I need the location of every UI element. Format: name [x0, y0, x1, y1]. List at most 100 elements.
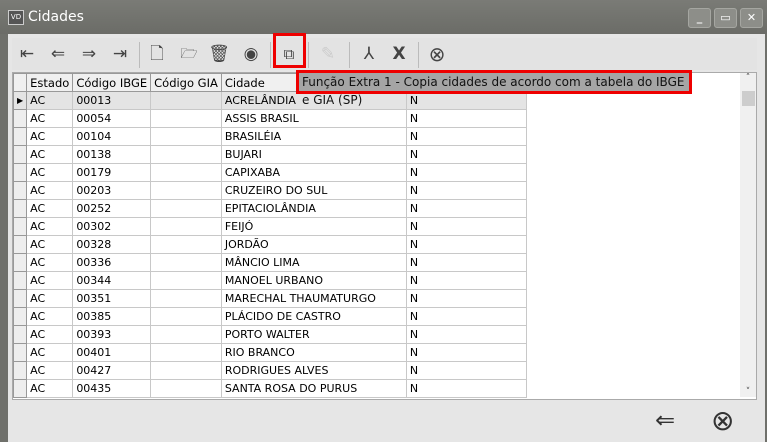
cell-codigo-gia[interactable] — [150, 271, 222, 290]
cell-codigo-ibge[interactable]: 00351 — [72, 289, 152, 308]
cell-extra[interactable]: N — [405, 343, 527, 362]
table-row[interactable]: AC 00138 BUJARI N — [13, 145, 527, 164]
cell-extra[interactable]: N — [405, 361, 527, 380]
cell-codigo-ibge[interactable]: 00344 — [72, 271, 152, 290]
row-indicator[interactable] — [13, 217, 28, 236]
cell-codigo-ibge[interactable]: 00435 — [72, 379, 152, 398]
cell-codigo-ibge[interactable]: 00336 — [72, 253, 152, 272]
scroll-down-icon[interactable]: ˅ — [740, 387, 756, 397]
cell-extra[interactable]: N — [405, 127, 527, 146]
cell-codigo-ibge[interactable]: 00104 — [72, 127, 152, 146]
close-icon[interactable]: ⊗ — [424, 42, 450, 66]
cell-extra[interactable]: N — [405, 325, 527, 344]
cell-codigo-gia[interactable] — [150, 361, 222, 380]
close-window-button[interactable]: ✕ — [740, 8, 763, 28]
cell-estado[interactable]: AC — [26, 379, 74, 398]
cell-codigo-gia[interactable] — [150, 181, 222, 200]
cell-estado[interactable]: AC — [26, 127, 74, 146]
table-row[interactable]: AC 00401 RIO BRANCO N — [13, 343, 527, 362]
cell-cidade[interactable]: SANTA ROSA DO PURUS — [220, 379, 407, 398]
cell-extra[interactable]: N — [405, 109, 527, 128]
table-row[interactable]: AC 00252 EPITACIOLÂNDIA N — [13, 199, 527, 218]
row-indicator[interactable] — [13, 163, 28, 182]
delete-icon[interactable]: 🗑 — [206, 42, 232, 66]
view-icon[interactable]: ◉ — [238, 42, 264, 66]
cell-codigo-ibge[interactable]: 00328 — [72, 235, 152, 254]
row-indicator[interactable]: ▶ — [13, 91, 28, 110]
cell-codigo-gia[interactable] — [150, 235, 222, 254]
cell-cidade[interactable]: FEIJÓ — [220, 217, 407, 236]
cell-cidade[interactable]: CRUZEIRO DO SUL — [220, 181, 407, 200]
table-row[interactable]: AC 00344 MANOEL URBANO N — [13, 271, 527, 290]
cities-grid[interactable]: Estado Código IBGE Código GIA Cidade ▶ AC… — [12, 72, 757, 400]
new-icon[interactable]: 🗋 — [144, 42, 170, 66]
cell-codigo-gia[interactable] — [150, 325, 222, 344]
row-indicator[interactable] — [13, 199, 28, 218]
row-indicator[interactable] — [13, 109, 28, 128]
row-indicator[interactable] — [13, 127, 28, 146]
row-indicator[interactable] — [13, 307, 28, 326]
cell-codigo-gia[interactable] — [150, 307, 222, 326]
minimize-button[interactable]: _ — [688, 8, 711, 28]
table-row[interactable]: AC 00054 ASSIS BRASIL N — [13, 109, 527, 128]
cell-codigo-ibge[interactable]: 00393 — [72, 325, 152, 344]
cell-cidade[interactable]: PORTO WALTER — [220, 325, 407, 344]
cell-cidade[interactable]: MARECHAL THAUMATURGO — [220, 289, 407, 308]
table-row[interactable]: AC 00435 SANTA ROSA DO PURUS N — [13, 379, 527, 398]
cell-codigo-ibge[interactable]: 00013 — [72, 91, 152, 110]
table-row[interactable]: AC 00336 MÂNCIO LIMA N — [13, 253, 527, 272]
header-codigo-ibge[interactable]: Código IBGE — [72, 73, 152, 92]
row-indicator[interactable] — [13, 181, 28, 200]
header-codigo-gia[interactable]: Código GIA — [150, 73, 222, 92]
cell-cidade[interactable]: ASSIS BRASIL — [220, 109, 407, 128]
cell-extra[interactable]: N — [405, 379, 527, 398]
cell-codigo-gia[interactable] — [150, 199, 222, 218]
cell-codigo-gia[interactable] — [150, 379, 222, 398]
cell-estado[interactable]: AC — [26, 163, 74, 182]
row-indicator[interactable] — [13, 361, 28, 380]
cell-estado[interactable]: AC — [26, 271, 74, 290]
table-row[interactable]: ▶ AC 00013 ACRELÂNDIA N — [13, 91, 527, 110]
cell-extra[interactable]: N — [405, 217, 527, 236]
excel-icon[interactable]: X — [386, 42, 412, 66]
table-row[interactable]: AC 00203 CRUZEIRO DO SUL N — [13, 181, 527, 200]
first-icon[interactable]: ⇤ — [14, 42, 40, 66]
cell-codigo-gia[interactable] — [150, 127, 222, 146]
table-row[interactable]: AC 00385 PLÁCIDO DE CASTRO N — [13, 307, 527, 326]
cell-cidade[interactable]: MÂNCIO LIMA — [220, 253, 407, 272]
cell-extra[interactable]: N — [405, 235, 527, 254]
cell-codigo-gia[interactable] — [150, 343, 222, 362]
row-indicator[interactable] — [13, 325, 28, 344]
cell-codigo-gia[interactable] — [150, 145, 222, 164]
cell-estado[interactable]: AC — [26, 181, 74, 200]
cell-estado[interactable]: AC — [26, 343, 74, 362]
row-indicator[interactable] — [13, 379, 28, 398]
cell-cidade[interactable]: PLÁCIDO DE CASTRO — [220, 307, 407, 326]
table-row[interactable]: AC 00351 MARECHAL THAUMATURGO N — [13, 289, 527, 308]
table-row[interactable]: AC 00393 PORTO WALTER N — [13, 325, 527, 344]
cell-codigo-ibge[interactable]: 00385 — [72, 307, 152, 326]
row-indicator[interactable] — [13, 253, 28, 272]
cell-codigo-ibge[interactable]: 00054 — [72, 109, 152, 128]
cell-estado[interactable]: AC — [26, 307, 74, 326]
cell-extra[interactable]: N — [405, 91, 527, 110]
cell-codigo-ibge[interactable]: 00203 — [72, 181, 152, 200]
scroll-thumb[interactable] — [742, 91, 755, 106]
maximize-button[interactable]: ▭ — [714, 8, 737, 28]
table-row[interactable]: AC 00104 BRASILÉIA N — [13, 127, 527, 146]
cell-cidade[interactable]: RIO BRANCO — [220, 343, 407, 362]
cell-codigo-gia[interactable] — [150, 109, 222, 128]
cell-codigo-ibge[interactable]: 00138 — [72, 145, 152, 164]
cell-estado[interactable]: AC — [26, 235, 74, 254]
back-icon[interactable]: ⇐ — [655, 406, 675, 434]
cell-cidade[interactable]: RODRIGUES ALVES — [220, 361, 407, 380]
cell-codigo-ibge[interactable]: 00252 — [72, 199, 152, 218]
cell-estado[interactable]: AC — [26, 109, 74, 128]
close-form-icon[interactable]: ⊗ — [711, 404, 734, 437]
header-estado[interactable]: Estado — [26, 73, 74, 92]
cell-codigo-ibge[interactable]: 00401 — [72, 343, 152, 362]
cell-estado[interactable]: AC — [26, 325, 74, 344]
cell-estado[interactable]: AC — [26, 217, 74, 236]
vertical-scrollbar[interactable]: ˄ ˅ — [740, 73, 756, 397]
cell-extra[interactable]: N — [405, 181, 527, 200]
